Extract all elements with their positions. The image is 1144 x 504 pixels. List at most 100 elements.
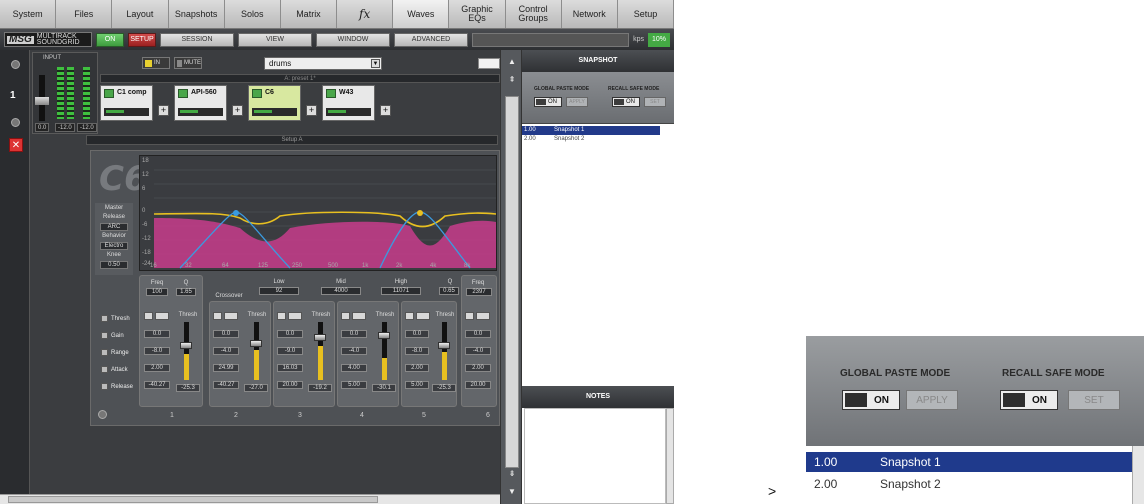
band-5-solo[interactable] — [405, 312, 414, 320]
band-6-freq[interactable]: 2397 — [466, 288, 492, 296]
global-paste-toggle[interactable]: ON — [534, 97, 562, 107]
zoom-set-button[interactable]: SET — [1068, 390, 1120, 410]
recall-safe-toggle[interactable]: ON — [612, 97, 640, 107]
tab-solos[interactable]: Solos — [225, 0, 281, 28]
band-1-freq[interactable]: 100 — [146, 288, 168, 296]
band-2-gain[interactable]: 0.0 — [213, 330, 239, 338]
zoom-snapshot-item-1[interactable]: 1.00 Snapshot 1 — [806, 452, 1132, 472]
band-2-attack[interactable]: 24.99 — [213, 364, 239, 372]
band-6-solo[interactable] — [465, 312, 474, 320]
scroll-up-icon[interactable]: ⇞ — [505, 74, 519, 86]
band-3-gain[interactable]: 0.0 — [277, 330, 303, 338]
add-plugin-button[interactable]: + — [306, 105, 317, 116]
tab-fx[interactable]: fx — [337, 0, 394, 28]
in-button[interactable]: IN — [142, 57, 170, 69]
crossover-high[interactable]: 11071 — [381, 287, 421, 295]
band-5-range[interactable]: -8.0 — [405, 347, 429, 355]
rack-vertical-scrollbar[interactable]: ▲ ⇞ ⇟ ▼ — [500, 50, 522, 504]
zoom-scrollbar[interactable] — [1132, 446, 1144, 504]
band-2-thresh-fader[interactable] — [254, 322, 259, 380]
band-5-bypass[interactable] — [416, 312, 430, 320]
band-4-thresh-fader[interactable] — [382, 322, 387, 380]
vertical-scroll-thumb[interactable] — [505, 96, 519, 468]
tab-layout[interactable]: Layout — [112, 0, 169, 28]
band-5-release[interactable]: 5.00 — [405, 381, 429, 389]
tab-graphic-eqs[interactable]: Graphic EQs — [449, 0, 506, 28]
band-1-gain[interactable]: 0.0 — [144, 330, 170, 338]
band-6-range[interactable]: -4.0 — [465, 347, 491, 355]
window-menu[interactable]: WINDOW — [316, 32, 390, 47]
add-plugin-button[interactable]: + — [232, 105, 243, 116]
band-2-thresh-cap[interactable] — [250, 340, 262, 347]
tab-snapshots[interactable]: Snapshots — [169, 0, 225, 28]
rack-name-field[interactable] — [478, 58, 500, 69]
band-2-solo[interactable] — [213, 312, 222, 320]
mute-button[interactable]: MUTE — [174, 57, 202, 69]
close-icon[interactable]: ✕ — [9, 138, 23, 152]
band-2-range[interactable]: -4.0 — [213, 347, 239, 355]
band-4-attack[interactable]: 4.00 — [341, 364, 367, 372]
zoom-snapshot-item-2[interactable]: 2.00 Snapshot 2 — [806, 474, 1132, 494]
plugin-slot-w43[interactable]: W43 — [322, 85, 375, 121]
tab-network[interactable]: Network — [562, 0, 618, 28]
plugin-slot-c6[interactable]: C6 — [248, 85, 301, 121]
band-3-solo[interactable] — [277, 312, 286, 320]
plugin-slot-api-560[interactable]: API-560 — [174, 85, 227, 121]
band-3-attack[interactable]: 16.03 — [277, 364, 303, 372]
view-menu[interactable]: VIEW — [238, 32, 312, 47]
band-6-attack[interactable]: 2.00 — [465, 364, 491, 372]
band-5-attack[interactable]: 2.00 — [405, 364, 429, 372]
band-5-q[interactable]: 0.65 — [439, 287, 459, 295]
band-1-q[interactable]: 1.65 — [176, 288, 196, 296]
horizontal-scrollbar[interactable] — [0, 494, 500, 504]
release-mode-button[interactable]: ARC — [100, 223, 128, 231]
band-1-solo[interactable] — [144, 312, 153, 320]
behavior-button[interactable]: Electro — [100, 242, 128, 250]
tab-waves[interactable]: Waves — [393, 0, 450, 28]
band-1-bypass[interactable] — [155, 312, 169, 320]
band-6-release[interactable]: 20.00 — [465, 381, 491, 389]
tab-control-groups[interactable]: Control Groups — [506, 0, 562, 28]
band-1-range[interactable]: -8.0 — [144, 347, 170, 355]
band-2-bypass[interactable] — [224, 312, 238, 320]
band-3-thresh-fader[interactable] — [318, 322, 323, 380]
band-5-thresh-cap[interactable] — [438, 342, 450, 349]
zoom-global-paste-toggle[interactable]: ON — [842, 390, 900, 410]
chevron-down-icon[interactable]: ▼ — [371, 59, 380, 68]
band-4-bypass[interactable] — [352, 312, 366, 320]
band-6-bypass[interactable] — [476, 312, 490, 320]
scroll-bottom-icon[interactable]: ▼ — [505, 486, 519, 498]
notes-textarea[interactable] — [524, 408, 666, 504]
band-5-thresh-fader[interactable] — [442, 322, 447, 380]
advanced-menu[interactable]: ADVANCED — [394, 32, 468, 47]
crossover-low[interactable]: 92 — [259, 287, 299, 295]
session-menu[interactable]: SESSION — [160, 32, 234, 47]
band-1-attack[interactable]: 2.00 — [144, 364, 170, 372]
plugin-slot-c1-comp[interactable]: C1 comp — [100, 85, 153, 121]
set-button[interactable]: SET — [644, 97, 666, 107]
strip-knob-bottom[interactable] — [11, 118, 20, 127]
band-2-release[interactable]: -40.27 — [213, 381, 239, 389]
snapshot-item-2[interactable]: 2.00 Snapshot 2 — [522, 135, 660, 144]
apply-button[interactable]: APPLY — [566, 97, 588, 107]
plugin-power-icon[interactable] — [104, 89, 114, 98]
band-4-solo[interactable] — [341, 312, 350, 320]
notes-scrollbar[interactable] — [666, 408, 674, 504]
setup-button[interactable]: SETUP — [128, 32, 156, 47]
band-3-release[interactable]: 20.00 — [277, 381, 303, 389]
rack-on-button[interactable]: ON — [96, 32, 124, 47]
tab-files[interactable]: Files — [56, 0, 113, 28]
plugin-power-icon[interactable] — [326, 89, 336, 98]
tab-system[interactable]: System — [0, 0, 57, 28]
knee-value[interactable]: 0.50 — [100, 261, 128, 269]
zoom-apply-button[interactable]: APPLY — [906, 390, 958, 410]
strip-knob-top[interactable] — [11, 60, 20, 69]
snapshot-item-1[interactable]: 1.00 Snapshot 1 — [522, 126, 660, 135]
preset-select[interactable]: drums ▼ — [264, 57, 382, 70]
band-6-gain[interactable]: 0.0 — [465, 330, 491, 338]
band-3-range[interactable]: -9.0 — [277, 347, 303, 355]
c6-bottom-knob[interactable] — [98, 410, 107, 419]
band-3-bypass[interactable] — [288, 312, 302, 320]
scroll-down-icon[interactable]: ⇟ — [505, 468, 519, 480]
band-1-thresh-fader[interactable] — [184, 322, 189, 380]
